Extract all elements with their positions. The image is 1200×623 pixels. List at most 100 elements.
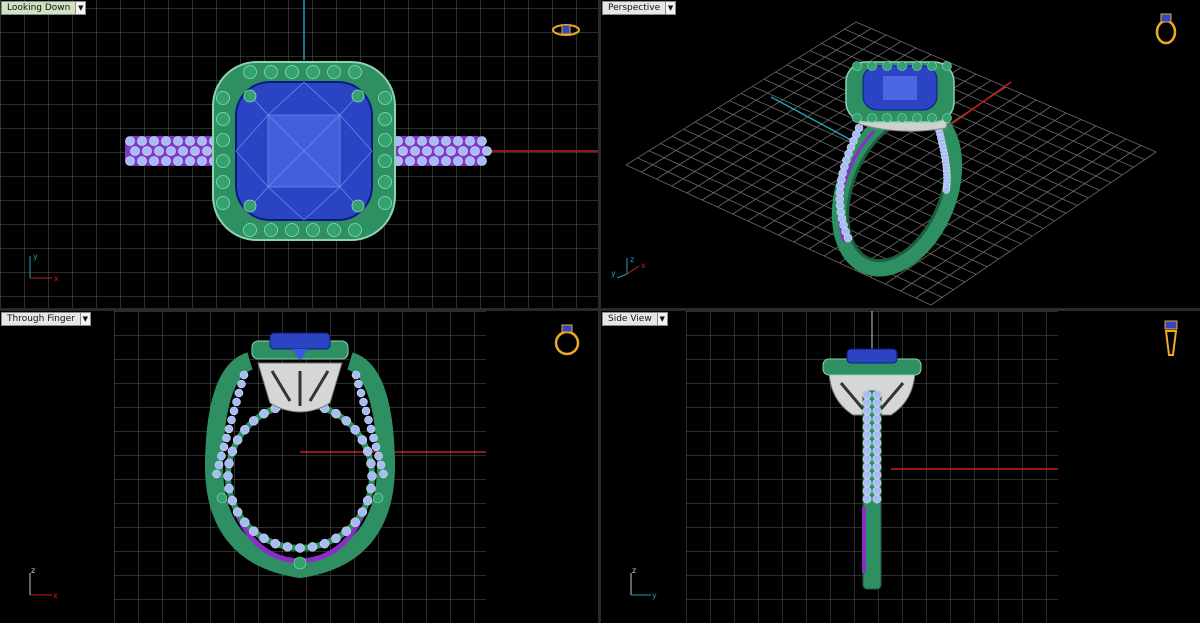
pave-stone xyxy=(862,478,872,488)
halo-bead xyxy=(285,223,299,237)
pave-stone xyxy=(872,398,882,408)
viewport-through-finger[interactable]: Through Finger ▼ z x xyxy=(0,311,598,623)
halo-bead xyxy=(216,133,230,147)
pave-stone xyxy=(130,146,140,156)
viewport-title-tab[interactable]: Side View ▼ xyxy=(602,312,668,326)
pave-stone xyxy=(862,406,872,416)
ring-side-view[interactable] xyxy=(601,311,1200,623)
halo-bead xyxy=(348,223,362,237)
pave-stone xyxy=(482,146,492,156)
pave-stone xyxy=(470,146,480,156)
pave-stone xyxy=(229,406,239,416)
ring-front-view[interactable] xyxy=(0,311,598,623)
pave-stone xyxy=(234,388,244,398)
pave-stone xyxy=(173,136,183,146)
halo-bead xyxy=(912,61,922,71)
pave-stone xyxy=(161,156,171,166)
halo-bead xyxy=(378,91,392,105)
halo-bead xyxy=(897,113,907,123)
grid-line xyxy=(648,150,954,291)
ring-orientation-nav-icon[interactable] xyxy=(1151,10,1181,46)
ring-orientation-nav-icon[interactable] xyxy=(550,20,582,40)
pave-stone xyxy=(359,397,368,407)
pave-stone xyxy=(441,136,451,146)
ring-orientation-nav-icon[interactable] xyxy=(1159,317,1183,359)
pave-stone xyxy=(232,397,241,407)
viewport-title-tab[interactable]: Perspective ▼ xyxy=(602,1,677,15)
halo-bead xyxy=(882,113,892,123)
pave-stone xyxy=(178,146,188,156)
grid-line xyxy=(637,157,943,298)
pave-stone xyxy=(446,146,456,156)
pave-stone xyxy=(357,507,368,517)
pave-stone xyxy=(270,538,281,549)
halo-bead xyxy=(348,65,362,79)
viewport-title-tab[interactable]: Through Finger ▼ xyxy=(1,312,91,326)
viewport-looking-down[interactable]: Looking Down ▼ y x xyxy=(0,0,598,308)
triangle-down-icon[interactable]: ▼ xyxy=(75,2,86,14)
pave-stone xyxy=(331,533,341,544)
pave-stone xyxy=(185,136,195,146)
pave-stone xyxy=(872,406,882,416)
grid-line xyxy=(625,164,932,306)
halo-bead xyxy=(216,196,230,210)
pave-stone xyxy=(862,422,872,432)
pave-stone xyxy=(862,414,872,424)
pave-stone xyxy=(227,495,238,506)
halo-bead xyxy=(378,112,392,126)
halo-bead xyxy=(867,61,877,71)
pave-stone xyxy=(259,408,269,419)
pave-stone xyxy=(190,146,200,156)
triangle-down-icon[interactable]: ▼ xyxy=(665,2,676,14)
pave-stone xyxy=(862,438,872,448)
pave-stone xyxy=(307,542,318,552)
axis-triad-icon: z y xyxy=(630,566,657,600)
pave-stone xyxy=(376,460,386,470)
pave-stone xyxy=(197,156,207,166)
pave-stone xyxy=(872,470,882,480)
pave-stone xyxy=(862,390,872,400)
pave-stone xyxy=(366,458,376,469)
viewport-perspective[interactable]: Perspective ▼ z y x xyxy=(601,0,1200,308)
halo-bead xyxy=(216,154,230,168)
axis-triad-icon: y x xyxy=(29,252,59,283)
pave-stone xyxy=(248,526,259,536)
axis-label-z: z xyxy=(632,566,636,575)
pave-stone xyxy=(319,538,330,549)
ring-top-view[interactable] xyxy=(0,0,598,308)
pave-stone xyxy=(219,442,229,452)
pave-stone xyxy=(872,390,882,400)
pave-stone xyxy=(862,494,872,504)
grid-line xyxy=(930,151,1157,306)
pave-stone xyxy=(453,136,463,146)
halo-bead xyxy=(216,175,230,189)
triangle-down-icon[interactable]: ▼ xyxy=(79,313,90,325)
halo-bead xyxy=(378,133,392,147)
pave-stone xyxy=(374,451,383,461)
pave-stone xyxy=(224,424,234,434)
halo-bead xyxy=(852,61,862,71)
pave-stone xyxy=(872,494,882,504)
pave-stone xyxy=(125,156,135,166)
halo-bead xyxy=(942,113,952,123)
axis-label-y: y xyxy=(652,591,657,600)
pave-stone xyxy=(477,156,487,166)
ring-perspective-view[interactable] xyxy=(601,0,1200,308)
pave-stone xyxy=(872,454,882,464)
pave-stone xyxy=(872,414,882,424)
pave-stone xyxy=(239,370,249,380)
pave-stone xyxy=(398,146,408,156)
pave-stone xyxy=(361,406,371,416)
viewport-side-view[interactable]: Side View ▼ z y xyxy=(601,311,1200,623)
viewport-label: Side View xyxy=(608,314,652,324)
pave-stone xyxy=(240,424,250,435)
halo-bead xyxy=(306,65,320,79)
halo-bead xyxy=(243,65,257,79)
triangle-down-icon[interactable]: ▼ xyxy=(656,313,667,325)
ring-orientation-nav-icon[interactable] xyxy=(550,319,584,357)
halo-bead xyxy=(897,61,907,71)
viewport-title-tab[interactable]: Looking Down ▼ xyxy=(1,1,87,15)
pave-stone xyxy=(477,136,487,146)
halo-bead xyxy=(882,61,892,71)
pave-stone xyxy=(282,542,293,552)
